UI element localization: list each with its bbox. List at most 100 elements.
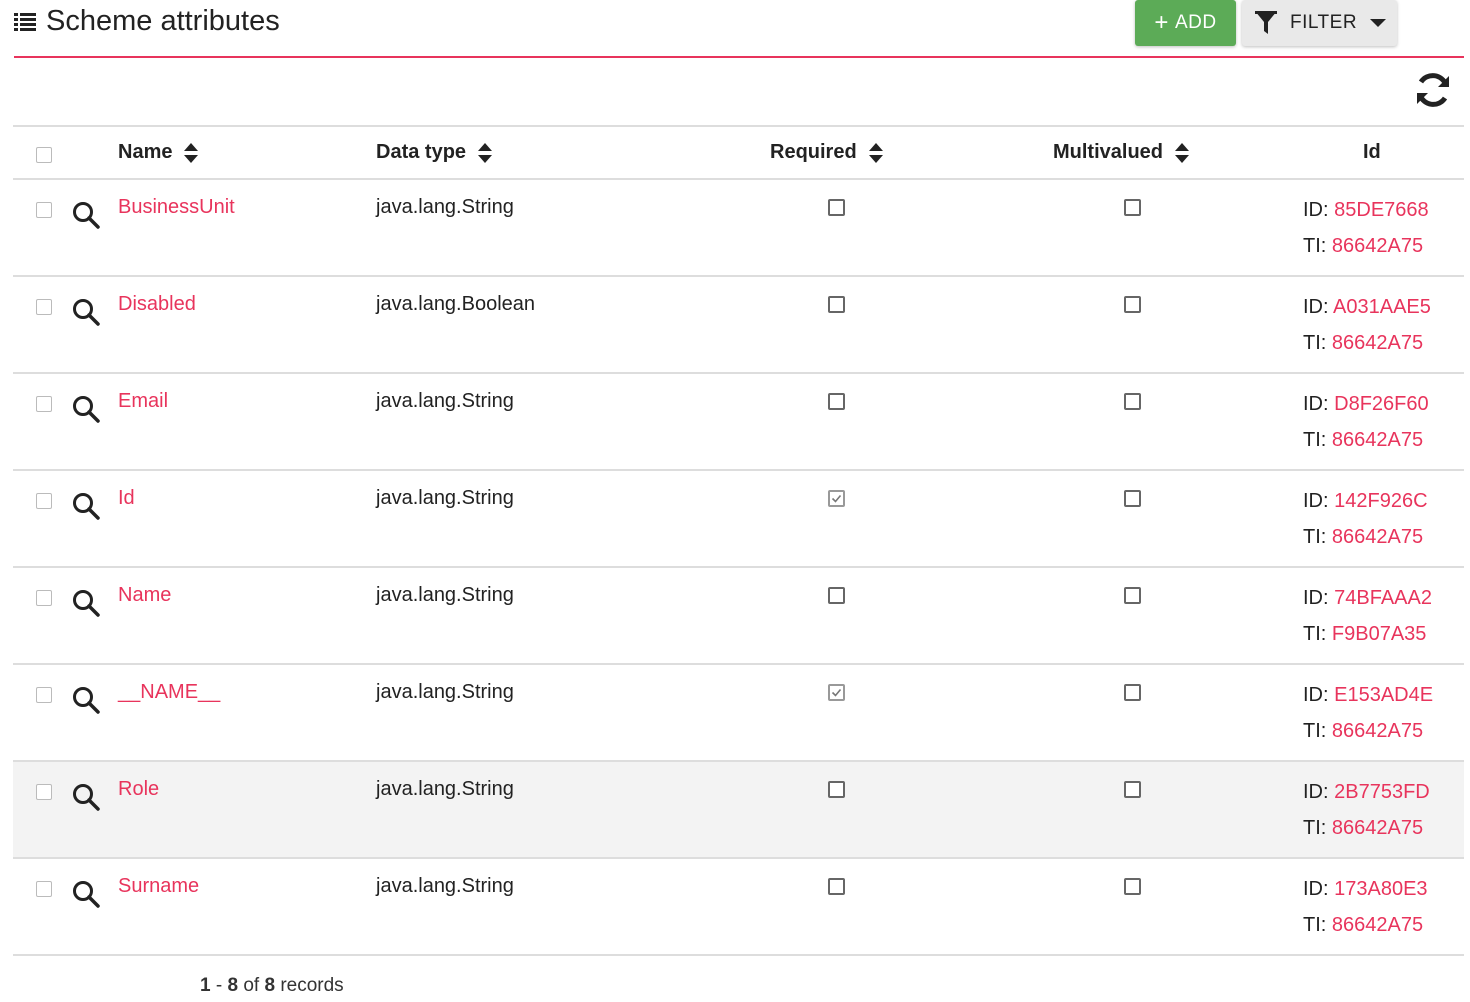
select-all-checkbox[interactable] [36, 147, 52, 163]
table-row[interactable]: Role java.lang.String ID: 2B7753FD TI: 8… [13, 762, 1464, 859]
ti-value[interactable]: 86642A75 [1332, 720, 1423, 742]
search-icon[interactable] [71, 879, 101, 909]
filter-button[interactable]: FILTER [1242, 0, 1397, 46]
id-value[interactable]: 85DE7668 [1334, 199, 1429, 221]
attributes-table: Name Data type Required Multivalued Id B… [13, 125, 1464, 956]
records-label: records [280, 975, 344, 996]
id-line: ID: 85DE7668 [1303, 199, 1429, 222]
row-select-checkbox[interactable] [36, 784, 52, 800]
multivalued-checkbox [1124, 490, 1141, 507]
caret-down-icon [1370, 19, 1387, 27]
id-value[interactable]: 173A80E3 [1334, 878, 1427, 900]
id-line: ID: 142F926C [1303, 490, 1428, 513]
id-value[interactable]: D8F26F60 [1334, 393, 1429, 415]
attribute-name-link[interactable]: Disabled [118, 293, 196, 316]
required-checkbox [828, 490, 845, 507]
attribute-name-link[interactable]: __NAME__ [118, 681, 220, 704]
data-type-value: java.lang.String [376, 487, 514, 509]
list-icon [14, 13, 36, 31]
data-type-value: java.lang.String [376, 584, 514, 606]
multivalued-checkbox [1124, 684, 1141, 701]
required-checkbox [828, 199, 845, 216]
ti-label: TI: [1303, 235, 1327, 257]
add-button-label: ADD [1174, 12, 1217, 33]
search-icon[interactable] [71, 394, 101, 424]
data-type-value: java.lang.String [376, 196, 514, 218]
id-label: ID: [1303, 490, 1329, 512]
id-label: ID: [1303, 296, 1329, 318]
row-select-checkbox[interactable] [36, 493, 52, 509]
row-select-checkbox[interactable] [36, 299, 52, 315]
ti-value[interactable]: 86642A75 [1332, 914, 1423, 936]
multivalued-checkbox [1124, 199, 1141, 216]
data-type-value: java.lang.Boolean [376, 293, 536, 315]
attribute-name-link[interactable]: Name [118, 584, 171, 607]
id-line: ID: D8F26F60 [1303, 393, 1429, 416]
ti-label: TI: [1303, 720, 1327, 742]
add-button[interactable]: + ADD [1135, 0, 1236, 46]
id-line: ID: 74BFAAA2 [1303, 587, 1432, 610]
ti-value[interactable]: 86642A75 [1332, 332, 1423, 354]
column-data-type-label: Data type [376, 141, 467, 163]
ti-label: TI: [1303, 332, 1327, 354]
row-select-checkbox[interactable] [36, 396, 52, 412]
attribute-name-link[interactable]: Surname [118, 875, 199, 898]
multivalued-checkbox [1124, 393, 1141, 410]
id-label: ID: [1303, 684, 1329, 706]
id-label: ID: [1303, 199, 1329, 221]
id-value[interactable]: 2B7753FD [1334, 781, 1430, 803]
id-value[interactable]: 74BFAAA2 [1334, 587, 1432, 609]
table-row[interactable]: Email java.lang.String ID: D8F26F60 TI: … [13, 374, 1464, 471]
search-icon[interactable] [71, 782, 101, 812]
ti-line: TI: 86642A75 [1303, 526, 1423, 549]
ti-line: TI: 86642A75 [1303, 817, 1423, 840]
filter-button-label: FILTER [1290, 12, 1358, 33]
ti-label: TI: [1303, 526, 1327, 548]
table-row[interactable]: Surname java.lang.String ID: 173A80E3 TI… [13, 859, 1464, 956]
attribute-name-link[interactable]: Role [118, 778, 159, 801]
row-select-checkbox[interactable] [36, 687, 52, 703]
sort-icon [478, 142, 493, 163]
id-value[interactable]: E153AD4E [1334, 684, 1433, 706]
row-select-checkbox[interactable] [36, 590, 52, 606]
id-label: ID: [1303, 587, 1329, 609]
ti-value[interactable]: 86642A75 [1332, 235, 1423, 257]
table-row[interactable]: BusinessUnit java.lang.String ID: 85DE76… [13, 180, 1464, 277]
attribute-name-link[interactable]: BusinessUnit [118, 196, 235, 219]
table-row[interactable]: Disabled java.lang.Boolean ID: A031AAE5 … [13, 277, 1464, 374]
ti-line: TI: 86642A75 [1303, 914, 1423, 937]
range-end: 8 [227, 975, 239, 996]
row-select-checkbox[interactable] [36, 881, 52, 897]
plus-icon: + [1154, 9, 1169, 36]
id-value[interactable]: A031AAE5 [1333, 296, 1431, 318]
required-checkbox [828, 878, 845, 895]
search-icon[interactable] [71, 685, 101, 715]
ti-value[interactable]: 86642A75 [1332, 817, 1423, 839]
column-header-required[interactable]: Required [770, 141, 885, 164]
ti-value[interactable]: F9B07A35 [1332, 623, 1427, 645]
search-icon[interactable] [71, 297, 101, 327]
attribute-name-link[interactable]: Id [118, 487, 135, 510]
row-select-checkbox[interactable] [36, 202, 52, 218]
data-type-value: java.lang.String [376, 681, 514, 703]
ti-value[interactable]: 86642A75 [1332, 429, 1423, 451]
ti-value[interactable]: 86642A75 [1332, 526, 1423, 548]
id-value[interactable]: 142F926C [1334, 490, 1427, 512]
search-icon[interactable] [71, 491, 101, 521]
search-icon[interactable] [71, 200, 101, 230]
table-row[interactable]: __NAME__ java.lang.String ID: E153AD4E T… [13, 665, 1464, 762]
required-checkbox [828, 684, 845, 701]
ti-line: TI: F9B07A35 [1303, 623, 1426, 646]
table-row[interactable]: Id java.lang.String ID: 142F926C TI: 866… [13, 471, 1464, 568]
of-label: of [243, 975, 260, 996]
ti-label: TI: [1303, 429, 1327, 451]
attribute-name-link[interactable]: Email [118, 390, 168, 413]
column-header-multivalued[interactable]: Multivalued [1053, 141, 1191, 164]
table-row[interactable]: Name java.lang.String ID: 74BFAAA2 TI: F… [13, 568, 1464, 665]
required-checkbox [828, 296, 845, 313]
refresh-icon[interactable] [1413, 70, 1453, 110]
column-header-name[interactable]: Name [118, 141, 200, 164]
ti-label: TI: [1303, 817, 1327, 839]
search-icon[interactable] [71, 588, 101, 618]
column-header-data-type[interactable]: Data type [376, 141, 494, 164]
